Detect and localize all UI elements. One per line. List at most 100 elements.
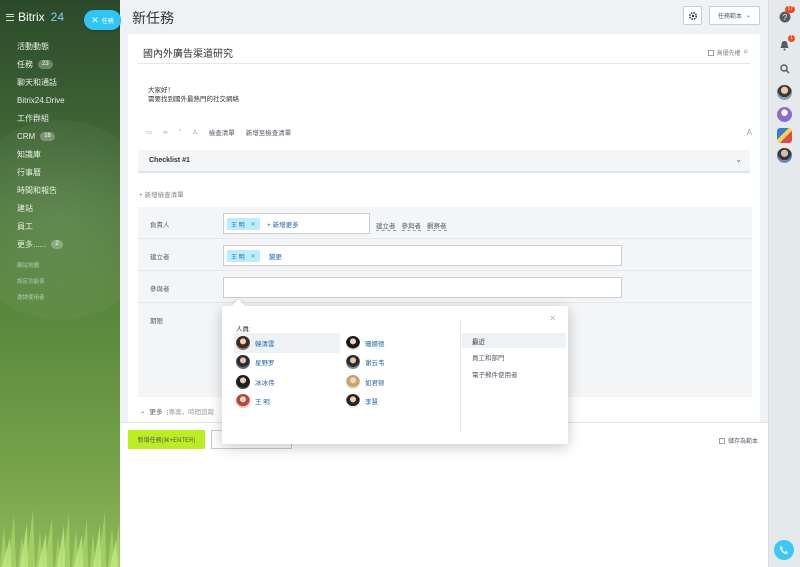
search-button[interactable] xyxy=(777,61,792,76)
people-section-label: 人員: xyxy=(236,326,251,333)
task-panel-toggle-button[interactable]: ✕ 任務 xyxy=(84,10,121,30)
avatar[interactable] xyxy=(777,107,792,122)
sidebar-item[interactable]: CRM 16 xyxy=(17,127,65,145)
sidebar-item[interactable]: 工作群組 xyxy=(17,109,65,127)
creator-field[interactable]: 王 明 ✕ 變更 xyxy=(223,245,622,266)
creator-link[interactable]: 建立者 xyxy=(376,220,396,231)
mention-user-icon[interactable]: ♙ xyxy=(192,128,198,136)
sidebar-item[interactable]: 員工 xyxy=(17,217,65,235)
more-options-toggle[interactable]: ⌄ 更多 (專案，時間追蹤 xyxy=(140,406,214,416)
settings-button[interactable] xyxy=(683,6,702,25)
sidebar-footer-link[interactable]: 網站地圖 xyxy=(17,261,45,277)
menu-icon[interactable] xyxy=(6,13,14,21)
link-icon[interactable]: ∞ xyxy=(163,129,168,136)
sidebar-item-label: 活動動態 xyxy=(17,41,49,51)
sidebar-item[interactable]: 聊天和通話 xyxy=(17,73,65,91)
add-task-button[interactable]: 新增任務(⌘+ENTER) xyxy=(128,430,205,449)
save-template-label: 儲存為範本 xyxy=(727,439,758,445)
priority-toggle[interactable]: 高優先權 🔥︎ xyxy=(707,48,748,57)
text-format-icon[interactable]: A xyxy=(747,128,752,137)
chevron-down-icon[interactable]: ⌄ xyxy=(735,155,742,164)
user-option[interactable]: 李慧 xyxy=(344,392,450,412)
sidebar-item-label: CRM xyxy=(17,131,36,141)
sidebar-item[interactable]: Bitrix24.Drive xyxy=(17,91,65,109)
description-line: 大家好！ xyxy=(148,87,174,94)
user-chip[interactable]: 王 明 ✕ xyxy=(227,250,260,262)
sidebar-item[interactable]: 任務 23 xyxy=(17,55,65,73)
user-option[interactable]: 冰冰伟 xyxy=(234,372,340,392)
participants-label: 參與者 xyxy=(150,286,170,293)
brand-suffix: 24 xyxy=(50,10,65,24)
user-option[interactable]: 谢云韦 xyxy=(344,353,450,373)
checklist-title: Checklist #1 xyxy=(149,157,190,164)
tab-recent[interactable]: 最近 xyxy=(462,333,566,348)
tab-employees-departments[interactable]: 員工和部門 xyxy=(462,350,566,365)
save-as-template-toggle[interactable]: 儲存為範本 xyxy=(718,436,758,445)
notifications-count-badge: 1 xyxy=(788,35,795,42)
checklist-block[interactable]: Checklist #1 ⌄ xyxy=(138,150,750,173)
sidebar-item[interactable]: 行事曆 xyxy=(17,163,65,181)
user-option[interactable]: 王 明 xyxy=(234,392,340,412)
sidebar-item[interactable]: 知識庫 xyxy=(17,145,65,163)
call-button[interactable] xyxy=(774,540,794,560)
user-option[interactable]: 如君顿 xyxy=(344,372,450,392)
sidebar-item-label: 行事曆 xyxy=(17,167,41,177)
user-option-name: 谢云韦 xyxy=(365,360,385,368)
user-option-name: 珊娜德 xyxy=(365,340,385,348)
avatar xyxy=(346,394,360,409)
add-checklist-link[interactable]: + 新增檢查清單 xyxy=(139,189,184,199)
observers-link[interactable]: 觀察者 xyxy=(427,220,447,231)
quote-icon[interactable]: ” xyxy=(179,129,181,136)
gear-icon xyxy=(688,11,697,20)
creator-row: 建立者 王 明 ✕ 變更 xyxy=(138,239,752,271)
notifications-button[interactable]: 1 xyxy=(777,35,795,53)
avatar[interactable] xyxy=(777,148,792,163)
task-title-input[interactable]: 國內外廣告渠道研究 xyxy=(143,45,233,60)
sidebar-footer-link[interactable]: 邀請使用者 xyxy=(17,293,45,309)
add-to-checklist-link[interactable]: 新增至檢查清單 xyxy=(246,127,292,137)
responsible-label: 負責人 xyxy=(150,222,170,229)
user-option[interactable]: 韓清雲 xyxy=(234,333,340,353)
avatar[interactable] xyxy=(777,85,792,100)
participants-row: 參與者 xyxy=(138,271,752,303)
responsible-field[interactable]: 王 明 ✕ + 新增更多 xyxy=(223,213,370,234)
editor-toolbar: ▭ ∞ ” ♙ 檢查清單 新增至檢查清單 A xyxy=(146,126,752,138)
user-chip[interactable]: 王 明 ✕ xyxy=(227,218,260,230)
sidebar-item[interactable]: 活動動態 xyxy=(17,37,65,55)
people-column-right: 珊娜德 谢云韦 如君顿 李慧 xyxy=(344,333,450,411)
sidebar-footer-links: 網站地圖 設定功能表 邀請使用者 xyxy=(17,261,45,309)
avatar xyxy=(236,335,250,350)
sidebar-item-label: 時間和報告 xyxy=(17,185,57,195)
avatar xyxy=(236,374,250,389)
checklist-link[interactable]: 檢查清單 xyxy=(209,127,235,137)
user-option[interactable]: 珊娜德 xyxy=(344,333,450,353)
attach-file-icon[interactable]: ▭ xyxy=(146,128,152,136)
user-option[interactable]: 星野罗 xyxy=(234,353,340,373)
save-template-checkbox[interactable] xyxy=(718,437,725,444)
close-icon: ✕ xyxy=(91,14,99,25)
sidebar-footer-link[interactable]: 設定功能表 xyxy=(17,277,45,293)
priority-checkbox[interactable] xyxy=(707,49,714,56)
sidebar-item-more[interactable]: 更多...... 2 xyxy=(17,235,65,253)
sidebar-item[interactable]: 建站 xyxy=(17,199,65,217)
remove-icon[interactable]: ✕ xyxy=(251,253,256,260)
help-button[interactable]: ? 17 xyxy=(777,6,795,24)
close-icon[interactable]: ✕ xyxy=(549,314,556,323)
sidebar-item[interactable]: 時間和報告 xyxy=(17,181,65,199)
sidebar-item-label: 更多...... xyxy=(17,239,47,249)
change-link[interactable]: 變更 xyxy=(269,251,282,261)
avatar xyxy=(236,355,250,370)
brand-logo[interactable]: Bitrix 24 xyxy=(6,10,64,24)
task-description[interactable]: 大家好！ 需要找到國外最熱門的社交網絡 xyxy=(148,86,239,104)
more-hint: (專案，時間追蹤 xyxy=(166,409,215,416)
add-more-link[interactable]: + 新增更多 xyxy=(267,219,299,229)
remove-icon[interactable]: ✕ xyxy=(251,221,256,228)
participants-input[interactable] xyxy=(223,277,622,298)
left-sidebar: Bitrix 24 活動動態 任務 23 聊天和通話 Bitrix24.Drive … xyxy=(0,0,120,567)
task-template-button[interactable]: 任務範本 ⌄ xyxy=(709,6,760,25)
participants-link[interactable]: 參與者 xyxy=(401,220,421,231)
search-icon xyxy=(779,63,790,74)
tab-email-users[interactable]: 電子郵件使用者 xyxy=(462,366,566,381)
avatar[interactable] xyxy=(777,128,792,143)
task-fab-label: 任務 xyxy=(101,18,114,25)
